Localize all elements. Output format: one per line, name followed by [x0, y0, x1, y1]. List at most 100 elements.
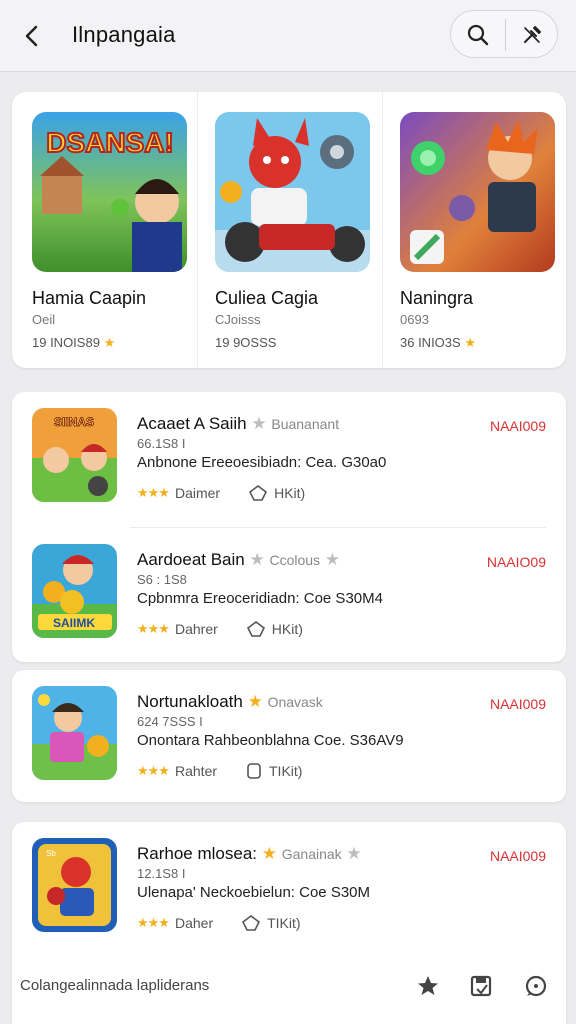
- header-actions: [450, 10, 558, 58]
- app-meta: ★★★ Rahter TIKit): [137, 762, 302, 780]
- app-meta: ★★★ Dahrer HKit): [137, 620, 303, 638]
- app-name: Aardoeat Bain ★ Ccolous ★: [137, 550, 340, 570]
- back-button[interactable]: [14, 18, 50, 54]
- app-name-text: Rarhoe mlosea:: [137, 844, 258, 863]
- app-list-item[interactable]: Nortunakloath ★ Onavask NAAI009 624 7SSS…: [12, 670, 566, 802]
- search-icon: [467, 24, 489, 46]
- app-name-text: Nortunakloath: [137, 692, 243, 711]
- app-list-item[interactable]: SIINAS Acaaet A Saiih ★ Buananant NAAI00…: [12, 392, 566, 528]
- star-icon: ★: [464, 335, 476, 350]
- featured-app-1[interactable]: DSANSA! Hamia Caapin Oeil 19 INOIS89 ★: [12, 92, 196, 368]
- save-icon: [470, 975, 492, 997]
- star-icon: ★: [324, 550, 341, 569]
- app-name: Nortunakloath ★ Onavask: [137, 692, 323, 712]
- featured-app-3-artwork: [400, 112, 555, 272]
- app-meta-label: Daimer: [174, 485, 221, 501]
- app-sub: 66.1S8 I: [137, 436, 186, 451]
- wrench-icon: [524, 26, 541, 43]
- app-icon: SIINAS: [32, 408, 117, 502]
- app-name: Acaaet A Saiih ★ Buananant: [137, 414, 339, 434]
- featured-app-1-sub: Oeil: [32, 312, 56, 327]
- star-icon: ★: [249, 550, 265, 569]
- app-icon: Sb: [32, 838, 117, 932]
- thumb-icon: [246, 621, 265, 637]
- featured-app-2[interactable]: Culiea Cagia CJoisss 19 9OSSS: [197, 92, 381, 368]
- app-meta-label: Rahter: [174, 763, 217, 779]
- featured-app-2-rating: 19 9OSSS: [215, 335, 277, 350]
- app-description: Ulenapa' Neckoebielun: Coe S30M: [137, 884, 371, 901]
- app-name-text: Acaaet A Saiih: [137, 414, 247, 433]
- star-icon: ★: [251, 414, 267, 433]
- app-sub: S6 : 1S8: [137, 572, 187, 587]
- featured-app-1-artwork: DSANSA!: [32, 112, 187, 272]
- app-meta-extra: TIKit): [267, 915, 301, 931]
- app-sub: 624 7SSS I: [137, 714, 203, 729]
- app-price[interactable]: NAAI009: [490, 418, 546, 434]
- tools-button[interactable]: [505, 11, 559, 59]
- save-button[interactable]: [463, 968, 499, 1004]
- star-icon: [418, 976, 438, 995]
- app-list-item[interactable]: Sb Rarhoe mlosea: ★ Ganainak ★ NAAI009 1…: [12, 822, 566, 958]
- app-header: Ilnpangaia: [0, 0, 576, 72]
- chat-icon: [525, 975, 547, 997]
- app-icon: SAIIMK: [32, 544, 117, 638]
- app-sub: 12.1S8 I: [137, 866, 186, 881]
- bottom-bar-text: Colangealinnada lapliderans: [20, 977, 210, 994]
- app-list-card-1: SIINAS Acaaet A Saiih ★ Buananant NAAI00…: [12, 392, 566, 662]
- featured-app-3-rating: 36 INIO3S ★: [400, 335, 476, 351]
- app-icon-text: SAIIMK: [53, 616, 95, 630]
- bookmark-icon: [247, 763, 261, 779]
- app-tag: Ccolous: [269, 552, 321, 568]
- featured-app-1-logo-text: DSANSA!: [46, 127, 174, 158]
- app-price[interactable]: NAAI009: [490, 848, 546, 864]
- app-tag: Onavask: [267, 694, 323, 710]
- app-meta-extra: HKit): [274, 485, 306, 501]
- search-button[interactable]: [451, 11, 505, 59]
- featured-app-3-sub: 0693: [400, 312, 429, 327]
- thumb-icon: [249, 485, 268, 501]
- chevron-left-icon: [25, 25, 38, 47]
- star-icon: ★: [247, 692, 263, 711]
- star-icon: ★: [103, 335, 116, 350]
- app-meta-extra: HKit): [271, 621, 303, 637]
- app-price[interactable]: NAAI009: [490, 696, 546, 712]
- app-meta-label: Dahrer: [174, 621, 218, 637]
- rating-stars-icon: ★★★: [137, 763, 170, 778]
- featured-apps-card: DSANSA! Hamia Caapin Oeil 19 INOIS89 ★ C…: [12, 92, 566, 368]
- svg-text:Sb: Sb: [46, 849, 56, 858]
- app-price[interactable]: NAAIO09: [487, 554, 546, 570]
- app-list-item[interactable]: SAIIMK Aardoeat Bain ★ Ccolous ★ NAAIO09…: [12, 528, 566, 664]
- featured-app-1-rating: 19 INOIS89 ★: [32, 335, 115, 351]
- app-icon-text: SIINAS: [54, 415, 94, 429]
- app-list-card-2: Nortunakloath ★ Onavask NAAI009 624 7SSS…: [12, 670, 566, 802]
- app-tag: Ganainak: [281, 846, 342, 862]
- app-meta-label: Daher: [174, 915, 214, 931]
- app-meta: ★★★ Daimer HKit): [137, 484, 305, 502]
- featured-app-1-rating-text: 19 INOIS89: [32, 335, 100, 350]
- app-icon: [32, 686, 117, 780]
- app-description: Cpbnmra Ereoceridiadn: Coe S30M4: [137, 590, 383, 607]
- rating-stars-icon: ★★★: [137, 915, 170, 930]
- app-description: Onontara Rahbeonblahna Coe. S36AV9: [137, 732, 404, 749]
- app-name: Rarhoe mlosea: ★ Ganainak ★: [137, 844, 362, 864]
- featured-app-1-name: Hamia Caapin: [32, 288, 147, 308]
- featured-app-2-name: Culiea Cagia: [215, 288, 319, 308]
- app-description: Anbnone Ereeoesibiadn: Cea. G30a0: [137, 454, 387, 471]
- app-meta: ★★★ Daher TIKit): [137, 914, 301, 932]
- rating-stars-icon: ★★★: [137, 621, 170, 636]
- featured-app-3-name: Naningra: [400, 288, 474, 308]
- chat-button[interactable]: [518, 968, 554, 1004]
- rating-stars-icon: ★★★: [137, 485, 170, 500]
- app-tag: Buananant: [271, 416, 340, 432]
- star-icon: ★: [261, 844, 277, 863]
- app-name-text: Aardoeat Bain: [137, 550, 245, 569]
- featured-app-3[interactable]: Naningra 0693 36 INIO3S ★: [382, 92, 566, 368]
- thumb-icon: [242, 915, 261, 931]
- featured-app-2-artwork: [215, 112, 370, 272]
- featured-app-3-rating-text: 36 INIO3S: [400, 335, 461, 350]
- star-icon: ★: [346, 844, 362, 863]
- app-meta-extra: TIKit): [269, 763, 303, 779]
- page-title: Ilnpangaia: [72, 22, 176, 47]
- favorite-button[interactable]: [410, 968, 446, 1004]
- featured-app-2-sub: CJoisss: [215, 312, 261, 327]
